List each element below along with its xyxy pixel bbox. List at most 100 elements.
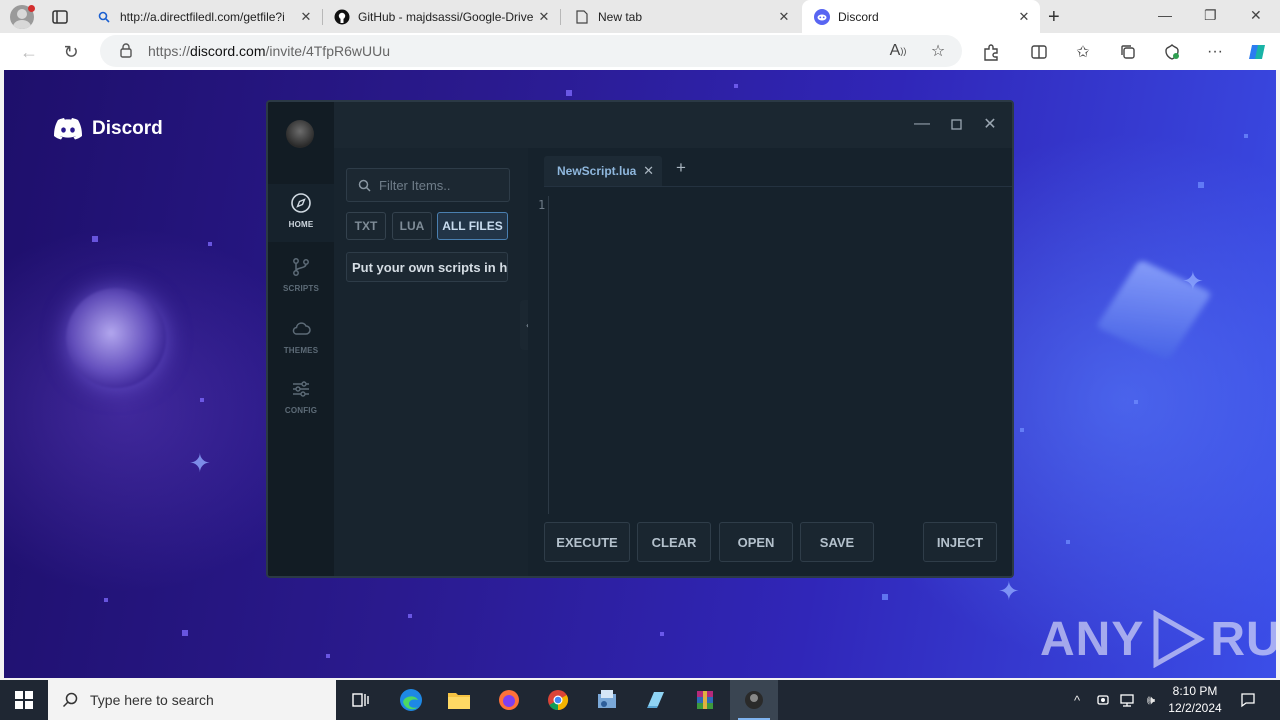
favorite-star-icon[interactable]: ☆ (928, 41, 948, 61)
discord-invite-page: ✦ ✦ ✦ Discord — ✕ HOME SCRIPTS THEMES CO… (4, 70, 1276, 678)
notifications-icon[interactable] (1236, 680, 1260, 720)
open-button[interactable]: OPEN (719, 522, 793, 562)
address-bar[interactable]: https://discord.com/invite/4TfpR6wUUu A)… (100, 35, 962, 67)
profile-notification-badge (28, 5, 35, 12)
background-star (208, 242, 212, 246)
watermark-text-right: RUN (1210, 612, 1276, 666)
restore-icon[interactable]: ❐ (1204, 7, 1217, 24)
tab-close-icon[interactable]: ✕ (776, 9, 792, 25)
reload-icon[interactable]: ↻ (60, 41, 82, 63)
background-star (734, 84, 738, 88)
editor-tab-title: NewScript.lua (557, 164, 637, 178)
tab-close-icon[interactable]: ✕ (536, 9, 552, 25)
add-tab-plus-icon[interactable]: + (676, 158, 686, 178)
filter-placeholder: Filter Items.. (379, 178, 451, 193)
search-icon (96, 9, 112, 25)
nav-label: SCRIPTS (282, 284, 320, 293)
notepad-icon[interactable] (632, 680, 680, 720)
tab-discord[interactable]: Discord ✕ (802, 0, 1040, 33)
page-icon (574, 9, 590, 25)
sliders-icon (293, 381, 309, 397)
task-view-icon[interactable] (336, 680, 384, 720)
chrome-icon[interactable] (534, 680, 582, 720)
split-screen-icon[interactable] (1029, 42, 1049, 62)
back-arrow-icon[interactable]: ← (18, 41, 40, 63)
browser-essentials-icon[interactable] (1162, 42, 1182, 62)
winrar-icon[interactable] (681, 680, 729, 720)
executor-titlebar[interactable]: — ✕ (268, 102, 1012, 148)
close-window-icon[interactable]: ✕ (1250, 7, 1262, 24)
url-text[interactable]: https://discord.com/invite/4TfpR6wUUu (148, 43, 390, 59)
meet-now-icon[interactable] (1092, 680, 1114, 720)
lock-icon[interactable] (120, 43, 132, 63)
edge-browser-icon[interactable] (387, 680, 435, 720)
network-icon[interactable] (1116, 680, 1138, 720)
execute-button[interactable]: EXECUTE (544, 522, 630, 562)
editor-tab[interactable]: NewScript.lua ✕ (544, 156, 662, 186)
collections-icon[interactable] (1118, 42, 1138, 62)
file-browser-panel: Filter Items.. TXT LUA ALL FILES Put you… (334, 148, 528, 576)
firefox-icon[interactable] (485, 680, 533, 720)
search-icon (358, 179, 371, 192)
url-path: /invite/4TfpR6wUUu (265, 43, 391, 59)
favorites-icon[interactable]: ✩ (1073, 42, 1093, 62)
tab-close-icon[interactable]: ✕ (1016, 9, 1032, 25)
executor-minimize-icon[interactable]: — (912, 114, 932, 134)
nav-scripts[interactable]: SCRIPTS (268, 248, 334, 306)
tab-divider (544, 186, 1012, 187)
editor-tab-close-icon[interactable]: ✕ (643, 163, 654, 179)
executor-app-icon[interactable] (730, 680, 778, 720)
editor-gutter (548, 196, 549, 514)
clear-button[interactable]: CLEAR (637, 522, 711, 562)
background-sparkle: ✦ (189, 448, 211, 478)
filter-chip-lua[interactable]: LUA (392, 212, 432, 240)
volume-icon[interactable]: 🕪 (1140, 680, 1162, 720)
background-star (200, 398, 204, 402)
tab-title: New tab (598, 9, 643, 24)
nav-config[interactable]: CONFIG (268, 370, 334, 428)
file-explorer-icon[interactable] (435, 680, 483, 720)
new-tab-button[interactable]: + (1048, 6, 1060, 29)
line-number: 1 (538, 198, 546, 212)
control-panel-icon[interactable] (583, 680, 631, 720)
clock-time: 8:10 PM (1172, 684, 1218, 698)
tab-actions-icon[interactable] (50, 7, 70, 27)
nav-themes[interactable]: THEMES (268, 310, 334, 368)
tab-directfiledl[interactable]: http://a.directfiledl.com/getfile?i ✕ (84, 0, 322, 33)
discord-wordmark: Discord (92, 118, 163, 139)
anyrun-watermark: ANY RUN (1040, 610, 1276, 668)
system-clock[interactable]: 8:10 PM 12/2/2024 (1160, 683, 1230, 717)
minimize-icon[interactable]: — (1158, 7, 1172, 23)
branch-icon (293, 258, 309, 276)
filter-chip-all-files[interactable]: ALL FILES (437, 212, 508, 240)
start-button[interactable] (0, 680, 48, 720)
executor-close-icon[interactable]: ✕ (980, 114, 1000, 134)
tab-github[interactable]: GitHub - majdsassi/Google-Drive ✕ (322, 0, 560, 33)
nav-label: CONFIG (284, 406, 318, 415)
filter-input[interactable]: Filter Items.. (346, 168, 510, 202)
background-star (1198, 182, 1204, 188)
save-button[interactable]: SAVE (800, 522, 874, 562)
extensions-icon[interactable] (981, 42, 1001, 62)
executor-maximize-icon[interactable] (946, 114, 966, 134)
discord-logo[interactable]: Discord (52, 117, 163, 141)
cloud-icon (292, 322, 311, 335)
filter-chip-txt[interactable]: TXT (346, 212, 386, 240)
nav-home[interactable]: HOME (268, 184, 334, 242)
taskbar-search-box[interactable]: Type here to search (48, 680, 336, 720)
decorative-orb (66, 288, 166, 388)
url-host: discord.com (190, 43, 266, 59)
show-hidden-icons-chevron-icon[interactable]: ^ (1066, 680, 1088, 720)
script-editor: NewScript.lua ✕ + 1 EXECUTE CLEAR OPEN S… (528, 148, 1012, 576)
copilot-icon[interactable] (1247, 42, 1267, 62)
background-star (182, 630, 188, 636)
tab-new-tab[interactable]: New tab ✕ (562, 0, 800, 33)
inject-button[interactable]: INJECT (923, 522, 997, 562)
read-aloud-icon[interactable]: A)) (888, 41, 908, 61)
watermark-text-left: ANY (1040, 612, 1145, 666)
windows-taskbar: Type here to search ^ 🕪 8:10 PM 12/2/202… (0, 680, 1280, 720)
tab-close-icon[interactable]: ✕ (298, 9, 314, 25)
file-list-item[interactable]: Put your own scripts in here (346, 252, 508, 282)
more-menu-icon[interactable]: ··· (1205, 42, 1225, 62)
background-star (1244, 134, 1248, 138)
